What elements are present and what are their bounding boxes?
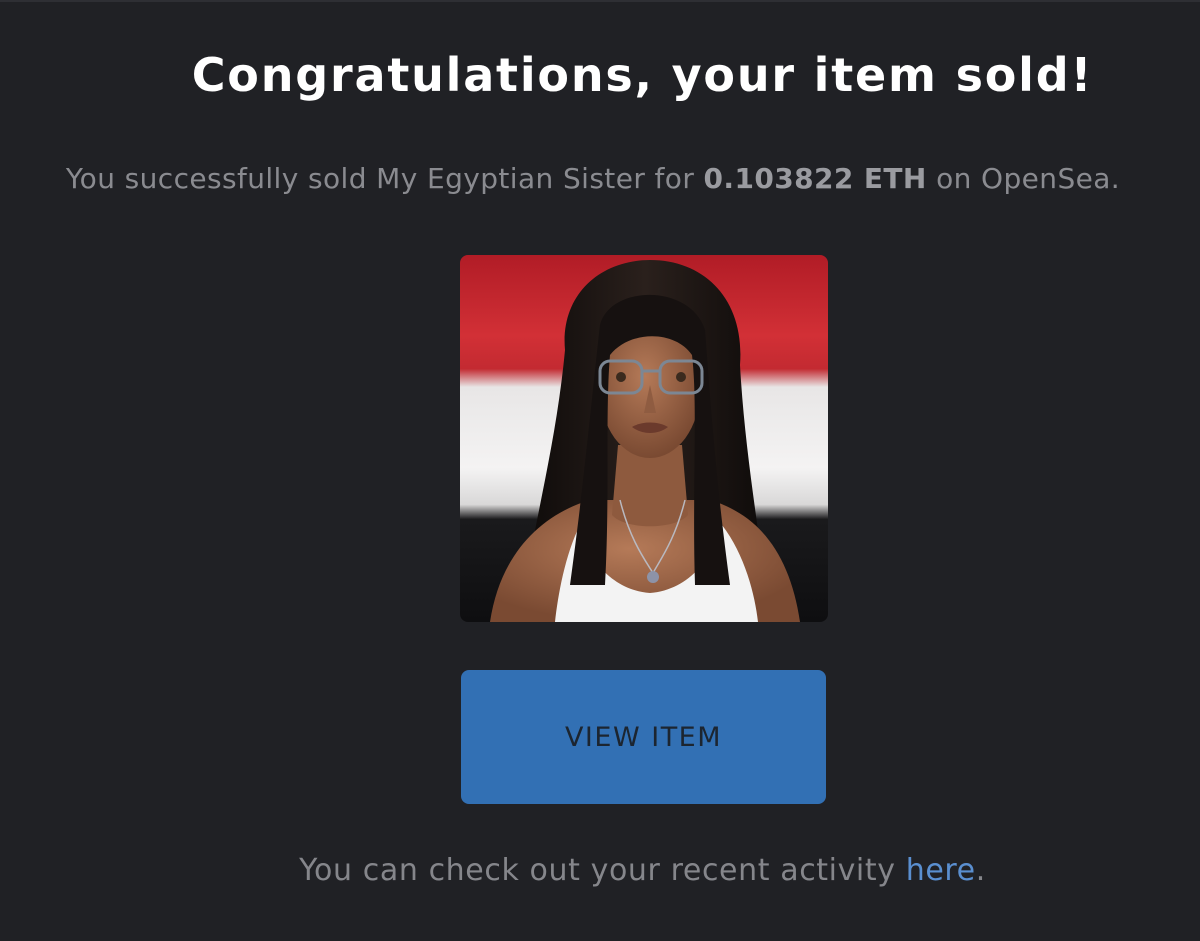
sale-price: 0.103822 ETH	[703, 162, 927, 195]
recent-activity-text: You can check out your recent activity h…	[0, 853, 1200, 888]
view-item-button[interactable]: VIEW ITEM	[461, 670, 826, 804]
item-name: My Egyptian Sister	[376, 162, 646, 195]
recent-activity-end: .	[975, 853, 986, 888]
sale-confirmation-page: Congratulations, your item sold! You suc…	[0, 0, 1200, 941]
recent-activity-prefix: You can check out your recent activity	[299, 853, 906, 888]
sale-summary: You successfully sold My Egyptian Sister…	[0, 162, 1186, 195]
sale-prefix: You successfully sold	[65, 162, 377, 195]
item-image	[460, 255, 828, 622]
page-title: Congratulations, your item sold!	[191, 48, 1094, 102]
recent-activity-link[interactable]: here	[906, 853, 976, 888]
top-divider	[0, 0, 1200, 2]
sale-for-text: for	[645, 162, 704, 195]
sale-suffix: on OpenSea.	[926, 162, 1121, 195]
